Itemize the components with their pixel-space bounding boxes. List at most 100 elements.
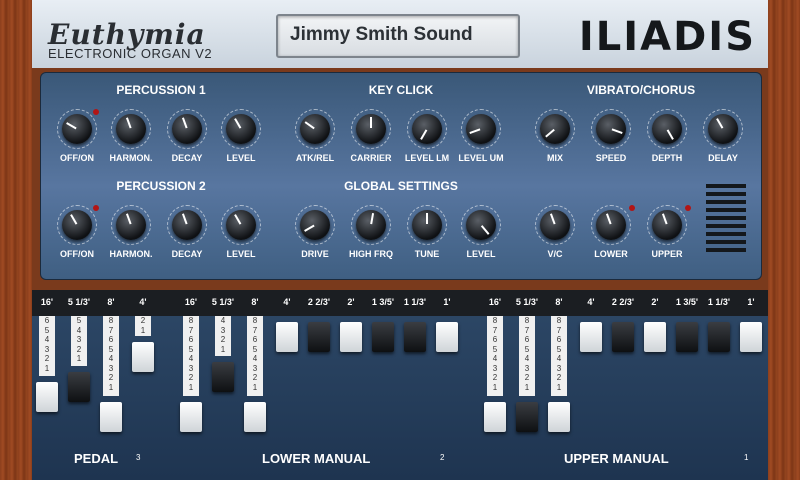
drawbar-handle[interactable] bbox=[68, 372, 90, 402]
drawbar-label: 1 1/3' bbox=[707, 297, 731, 307]
knob-row1-7[interactable]: LEVEL UM bbox=[458, 109, 504, 169]
drawbar-handle[interactable] bbox=[132, 342, 154, 372]
drawbar-handle[interactable] bbox=[100, 402, 122, 432]
drawbar-number: 8 bbox=[524, 316, 530, 325]
drawbar-handle[interactable] bbox=[436, 322, 458, 352]
drawbar-number: 7 bbox=[556, 325, 562, 335]
header: Euthymia ELECTRONIC ORGAN V2 Jimmy Smith… bbox=[32, 0, 768, 68]
drawbar-handle[interactable] bbox=[36, 382, 58, 412]
drawbar-handle[interactable] bbox=[644, 322, 666, 352]
knob-pointer-icon bbox=[181, 117, 188, 129]
drawbar-number: 1 bbox=[44, 363, 50, 373]
knob-cap bbox=[172, 210, 202, 240]
drawbar-number: 4 bbox=[76, 325, 82, 335]
knob-cap bbox=[540, 210, 570, 240]
drawbar-number: 3 bbox=[492, 363, 498, 373]
drawbar-number: 7 bbox=[188, 325, 194, 335]
knob-row2-7[interactable]: LEVEL bbox=[459, 205, 503, 265]
drawbar-number: 8 bbox=[188, 316, 194, 325]
drawbar-number: 8 bbox=[556, 316, 562, 325]
drawbar-label: 1 3/5' bbox=[371, 297, 395, 307]
drawbar-number: 4 bbox=[188, 354, 194, 363]
drawbar-number: 2 bbox=[44, 354, 50, 363]
knob-row1-11[interactable]: DELAY bbox=[701, 109, 745, 169]
drawbar-handle[interactable] bbox=[548, 402, 570, 432]
knob-label: DELAY bbox=[708, 153, 738, 163]
drawbar-handle[interactable] bbox=[308, 322, 330, 352]
drawbar-handle[interactable] bbox=[708, 322, 730, 352]
section-key-click: KEY CLICK bbox=[368, 83, 434, 97]
knob-cap bbox=[466, 210, 496, 240]
drawbar-number: 3 bbox=[44, 344, 50, 354]
drawbar-number: 4 bbox=[108, 354, 114, 363]
drawbar-number: 4 bbox=[44, 335, 50, 344]
drawbar-number: 5 bbox=[188, 344, 194, 354]
drawbar-number: 3 bbox=[556, 363, 562, 373]
drawbar-label: 8' bbox=[107, 297, 115, 307]
drawbar-handle[interactable] bbox=[740, 322, 762, 352]
drawbar-scale: 54321 bbox=[71, 316, 87, 364]
knob-pointer-icon bbox=[304, 224, 315, 232]
drawbar-handle[interactable] bbox=[244, 402, 266, 432]
drawbar-scale: 654321 bbox=[39, 316, 55, 373]
knob-pointer-icon bbox=[666, 129, 674, 140]
drawbar-number: 1 bbox=[252, 382, 258, 392]
knob-pointer-icon bbox=[370, 213, 375, 225]
drawbar-handle[interactable] bbox=[372, 322, 394, 352]
drawbar-number: 5 bbox=[556, 344, 562, 354]
drawbar-scale: 87654321 bbox=[551, 316, 567, 392]
drawbar-handle[interactable] bbox=[676, 322, 698, 352]
drawbar-handle[interactable] bbox=[484, 402, 506, 432]
knob-cap bbox=[62, 114, 92, 144]
drawbar-label: 2' bbox=[651, 297, 659, 307]
drawbar-number: 2 bbox=[252, 373, 258, 382]
pedal-midi-channel: 3 bbox=[136, 453, 141, 462]
knob-cap bbox=[62, 210, 92, 240]
drawbar-number: 7 bbox=[108, 325, 114, 335]
knob-row1-3[interactable]: LEVEL bbox=[219, 109, 263, 169]
knob-pointer-icon bbox=[125, 213, 132, 225]
drawbar-handle[interactable] bbox=[580, 322, 602, 352]
drawbar-label: 2' bbox=[347, 297, 355, 307]
preset-display[interactable]: Jimmy Smith Sound bbox=[276, 14, 520, 58]
knob-cap bbox=[412, 210, 442, 240]
section-vibrato-chorus: VIBRATO/CHORUS bbox=[586, 83, 696, 97]
drawbar-number: 8 bbox=[108, 316, 114, 325]
pedal-title: PEDAL bbox=[74, 451, 119, 466]
drawbar-number: 6 bbox=[188, 335, 194, 344]
brand-subtitle: ELECTRONIC ORGAN V2 bbox=[48, 46, 213, 61]
drawbar-number: 5 bbox=[252, 344, 258, 354]
drawbar-handle[interactable] bbox=[404, 322, 426, 352]
drawbar-scale: 87654321 bbox=[519, 316, 535, 392]
drawbar-scale: 87654321 bbox=[103, 316, 119, 392]
upper-led bbox=[685, 205, 691, 211]
drawbar-number: 2 bbox=[220, 335, 226, 344]
drawbar-handle[interactable] bbox=[516, 402, 538, 432]
drawbar-handle[interactable] bbox=[180, 402, 202, 432]
knob-pointer-icon bbox=[66, 122, 77, 130]
lower-midi-channel: 2 bbox=[440, 453, 445, 462]
drawbar-handle[interactable] bbox=[612, 322, 634, 352]
drawbar-label: 2 2/3' bbox=[611, 297, 635, 307]
drawbar-label: 1' bbox=[443, 297, 451, 307]
section-global-settings: GLOBAL SETTINGS bbox=[344, 179, 458, 193]
drawbar-handle[interactable] bbox=[212, 362, 234, 392]
drawbar-number: 3 bbox=[524, 363, 530, 373]
preset-name: Jimmy Smith Sound bbox=[290, 24, 473, 45]
upper-midi-channel: 1 bbox=[744, 453, 749, 462]
drawbar-label: 4' bbox=[587, 297, 595, 307]
knob-label: UPPER bbox=[651, 249, 683, 259]
knob-pointer-icon bbox=[549, 213, 556, 225]
drawbar-number: 3 bbox=[252, 363, 258, 373]
knob-row2-3[interactable]: LEVEL bbox=[219, 205, 263, 265]
knob-pointer-icon bbox=[181, 213, 188, 225]
knob-label: LEVEL bbox=[466, 249, 496, 259]
knob-pointer-icon bbox=[234, 118, 242, 129]
drawbar-number: 6 bbox=[556, 335, 562, 344]
knob-cap bbox=[596, 114, 626, 144]
drawbar-handle[interactable] bbox=[340, 322, 362, 352]
knob-row2-10[interactable]: UPPER bbox=[645, 205, 689, 265]
drawbar-handle[interactable] bbox=[276, 322, 298, 352]
drawbar-label: 16' bbox=[184, 297, 198, 307]
knob-pointer-icon bbox=[125, 117, 132, 129]
